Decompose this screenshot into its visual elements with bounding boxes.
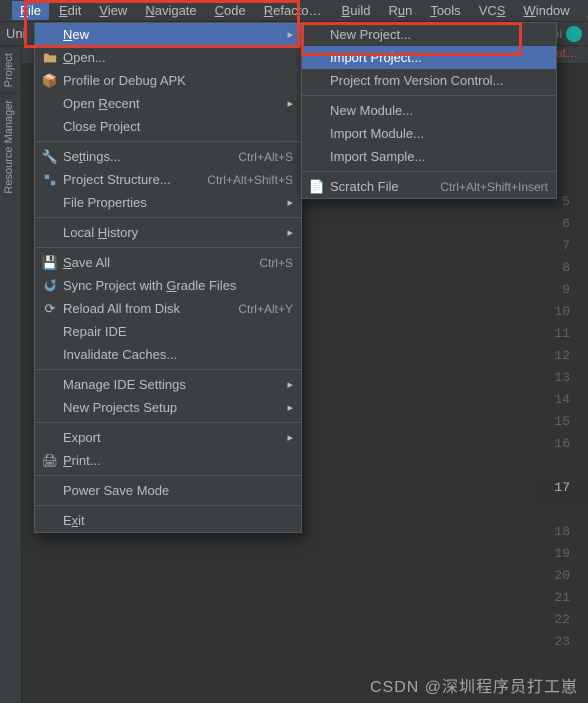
- submenu-new-module[interactable]: New Module...: [302, 99, 556, 122]
- menu-open[interactable]: Open...: [35, 46, 301, 69]
- left-tool-stripe: Project Resource Manager: [0, 46, 22, 703]
- menu-code[interactable]: Code: [207, 1, 254, 20]
- file-menu-dropdown: New ▸ Open... 📦 Profile or Debug APK Ope…: [34, 22, 302, 533]
- menu-navigate[interactable]: Navigate: [137, 1, 204, 20]
- watermark: CSDN @深圳程序员打工崽: [370, 673, 578, 697]
- menu-file-properties[interactable]: File Properties ▸: [35, 191, 301, 214]
- menu-sync-gradle[interactable]: Sync Project with Gradle Files: [35, 274, 301, 297]
- menu-file[interactable]: FFileile: [12, 1, 49, 20]
- menu-local-history[interactable]: Local History ▸: [35, 221, 301, 244]
- menu-print[interactable]: 🖨 Print...: [35, 449, 301, 472]
- menu-edit[interactable]: Edit: [51, 1, 89, 20]
- menu-save-all[interactable]: 💾 Save All Ctrl+S: [35, 251, 301, 274]
- chevron-right-icon: ▸: [287, 28, 293, 41]
- project-structure-icon: [41, 173, 59, 187]
- chevron-right-icon: ▸: [287, 226, 293, 239]
- menu-help[interactable]: Help: [580, 1, 588, 20]
- new-submenu: New Project... Import Project... Project…: [301, 22, 557, 199]
- save-icon: 💾: [41, 255, 59, 271]
- submenu-import-project[interactable]: Import Project...: [302, 46, 556, 69]
- print-icon: 🖨: [41, 453, 59, 469]
- submenu-import-module[interactable]: Import Module...: [302, 122, 556, 145]
- menu-new-projects-setup[interactable]: New Projects Setup ▸: [35, 396, 301, 419]
- menu-run[interactable]: Run: [380, 1, 420, 20]
- menu-invalidate-caches[interactable]: Invalidate Caches...: [35, 343, 301, 366]
- breadcrumb-project: Uni: [6, 26, 26, 41]
- menu-build[interactable]: Build: [334, 1, 379, 20]
- menu-reload-disk[interactable]: ⟳ Reload All from Disk Ctrl+Alt+Y: [35, 297, 301, 320]
- submenu-new-project[interactable]: New Project...: [302, 23, 556, 46]
- menu-window[interactable]: Window: [515, 1, 577, 20]
- chevron-right-icon: ▸: [287, 196, 293, 209]
- wrench-icon: 🔧: [41, 149, 59, 165]
- menu-new[interactable]: New ▸: [35, 23, 301, 46]
- menu-manage-ide-settings[interactable]: Manage IDE Settings ▸: [35, 373, 301, 396]
- menu-close-project[interactable]: Close Project: [35, 115, 301, 138]
- current-line: 17: [538, 480, 588, 502]
- menu-open-recent[interactable]: Open Recent ▸: [35, 92, 301, 115]
- menu-repair-ide[interactable]: Repair IDE: [35, 320, 301, 343]
- menu-tools[interactable]: Tools: [422, 1, 468, 20]
- menu-exit[interactable]: Exit: [35, 509, 301, 532]
- menu-settings[interactable]: 🔧 Settings... Ctrl+Alt+S: [35, 145, 301, 168]
- menu-export[interactable]: Export ▸: [35, 426, 301, 449]
- menu-profile-apk[interactable]: 📦 Profile or Debug APK: [35, 69, 301, 92]
- menu-power-save[interactable]: Power Save Mode: [35, 479, 301, 502]
- menu-refactor[interactable]: Refacto…: [256, 1, 330, 20]
- tool-project[interactable]: Project: [0, 46, 18, 93]
- reload-icon: ⟳: [41, 301, 59, 317]
- submenu-scratch-file[interactable]: 📄 Scratch File Ctrl+Alt+Shift+Insert: [302, 175, 556, 198]
- apk-icon: 📦: [41, 73, 59, 89]
- menubar: FFileile Edit View Navigate Code Refacto…: [0, 0, 588, 22]
- menu-project-structure[interactable]: Project Structure... Ctrl+Alt+Shift+S: [35, 168, 301, 191]
- chevron-right-icon: ▸: [287, 97, 293, 110]
- chevron-right-icon: ▸: [287, 401, 293, 414]
- submenu-project-from-vcs[interactable]: Project from Version Control...: [302, 69, 556, 92]
- menu-view[interactable]: View: [91, 1, 135, 20]
- submenu-import-sample[interactable]: Import Sample...: [302, 145, 556, 168]
- gradle-sync-icon: [41, 279, 59, 293]
- tool-resource-manager[interactable]: Resource Manager: [0, 93, 18, 200]
- chevron-right-icon: ▸: [287, 431, 293, 444]
- menu-vcs[interactable]: VCS: [471, 1, 514, 20]
- folder-open-icon: [41, 51, 59, 65]
- chevron-right-icon: ▸: [287, 378, 293, 391]
- scratch-file-icon: 📄: [308, 179, 326, 195]
- sync-icon[interactable]: [566, 26, 582, 42]
